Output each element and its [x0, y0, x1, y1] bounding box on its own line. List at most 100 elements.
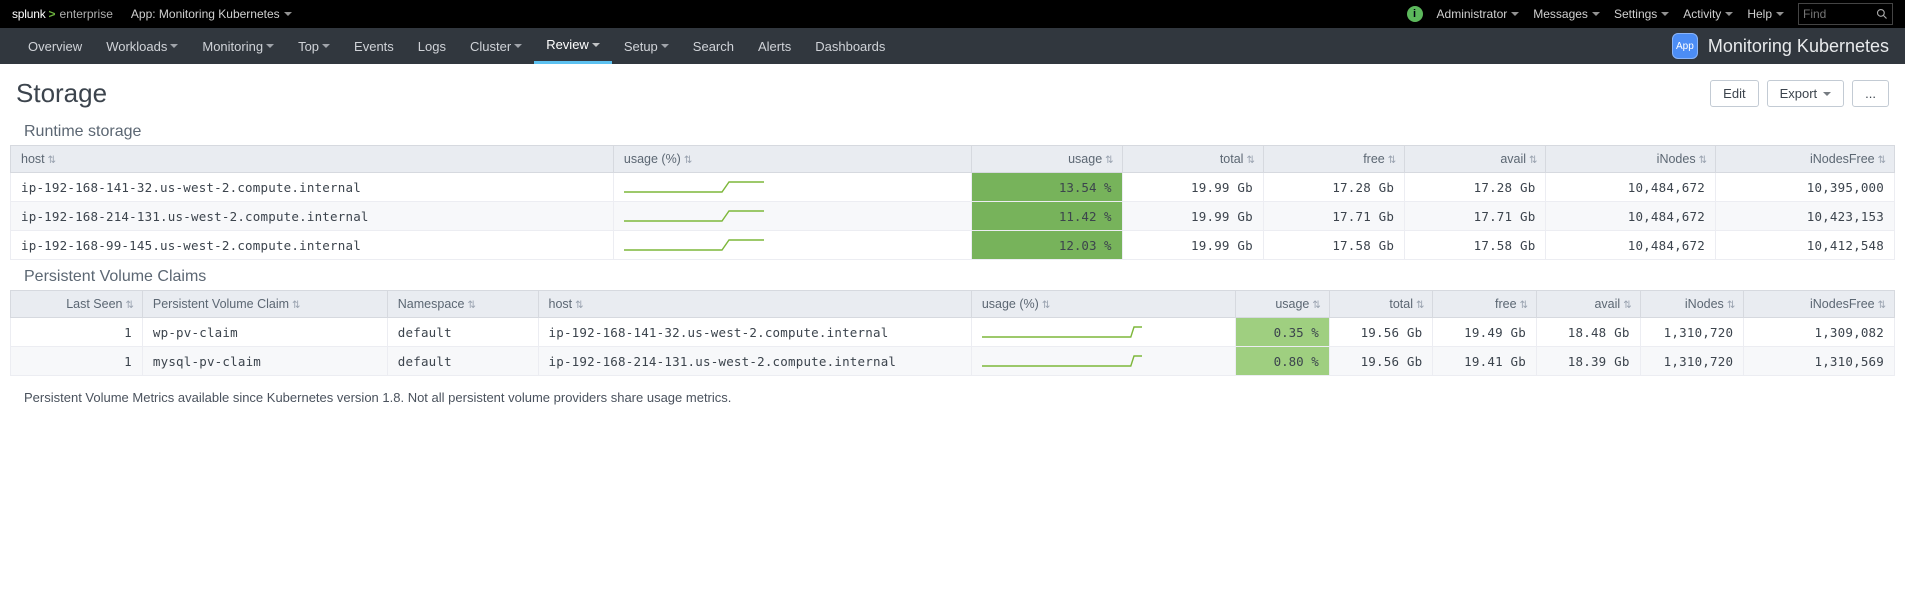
nav-item-events[interactable]: Events — [342, 28, 406, 64]
help-menu[interactable]: Help — [1747, 7, 1784, 21]
caret-down-icon — [514, 44, 522, 48]
table-row: ip-192-168-214-131.us-west-2.compute.int… — [11, 202, 1895, 231]
cell-total: 19.99 Gb — [1122, 231, 1263, 260]
nav-item-logs[interactable]: Logs — [406, 28, 458, 64]
cell-free: 17.58 Gb — [1263, 231, 1404, 260]
sort-arrows-icon: ⇅ — [1416, 300, 1422, 311]
app-name-label: Monitoring Kubernetes — [1708, 36, 1889, 57]
settings-menu[interactable]: Settings — [1614, 7, 1669, 21]
col-header[interactable]: Last Seen⇅ — [11, 291, 143, 318]
settings-label: Settings — [1614, 7, 1657, 21]
nav-item-dashboards[interactable]: Dashboards — [803, 28, 897, 64]
sort-arrows-icon: ⇅ — [1529, 155, 1535, 166]
nav-item-label: Logs — [418, 39, 446, 54]
cell-pvc: wp-pv-claim — [142, 318, 387, 347]
nav-item-alerts[interactable]: Alerts — [746, 28, 803, 64]
sort-arrows-icon: ⇅ — [1246, 155, 1252, 166]
caret-down-icon — [266, 44, 274, 48]
cell-inodes-free: 10,412,548 — [1715, 231, 1894, 260]
caret-down-icon — [1592, 12, 1600, 16]
col-header[interactable]: usage (%)⇅ — [613, 146, 971, 173]
nav-item-setup[interactable]: Setup — [612, 28, 681, 64]
col-header[interactable]: iNodes⇅ — [1640, 291, 1744, 318]
sort-arrows-icon: ⇅ — [1878, 300, 1884, 311]
col-header[interactable]: Namespace⇅ — [387, 291, 538, 318]
cell-namespace: default — [387, 347, 538, 376]
user-menu[interactable]: Administrator — [1437, 7, 1520, 21]
nav-item-overview[interactable]: Overview — [16, 28, 94, 64]
col-header[interactable]: avail⇅ — [1405, 146, 1546, 173]
col-header[interactable]: free⇅ — [1433, 291, 1537, 318]
col-header[interactable]: iNodesFree⇅ — [1744, 291, 1895, 318]
cell-host: ip-192-168-214-131.us-west-2.compute.int… — [11, 202, 614, 231]
nav-item-monitoring[interactable]: Monitoring — [190, 28, 286, 64]
col-header[interactable]: iNodes⇅ — [1546, 146, 1716, 173]
cell-inodes-free: 10,423,153 — [1715, 202, 1894, 231]
col-header[interactable]: host⇅ — [538, 291, 971, 318]
page-title: Storage — [16, 78, 107, 109]
table-row: 1wp-pv-claimdefaultip-192-168-141-32.us-… — [11, 318, 1895, 347]
col-header[interactable]: free⇅ — [1263, 146, 1404, 173]
col-header[interactable]: total⇅ — [1122, 146, 1263, 173]
col-header[interactable]: avail⇅ — [1536, 291, 1640, 318]
cell-free: 19.41 Gb — [1433, 347, 1537, 376]
sparkline — [624, 208, 764, 224]
col-header[interactable]: iNodesFree⇅ — [1715, 146, 1894, 173]
messages-menu[interactable]: Messages — [1533, 7, 1600, 21]
col-header[interactable]: usage⇅ — [1235, 291, 1329, 318]
more-button[interactable]: ... — [1852, 80, 1889, 107]
footer-note: Persistent Volume Metrics available sinc… — [0, 376, 1905, 419]
edit-button[interactable]: Edit — [1710, 80, 1758, 107]
cell-host: ip-192-168-214-131.us-west-2.compute.int… — [538, 347, 971, 376]
nav-item-label: Monitoring — [202, 39, 263, 54]
find-box[interactable] — [1798, 3, 1893, 25]
sort-arrows-icon: ⇅ — [1312, 300, 1318, 311]
nav-item-top[interactable]: Top — [286, 28, 342, 64]
caret-down-icon — [284, 12, 292, 16]
nav-item-workloads[interactable]: Workloads — [94, 28, 190, 64]
export-button[interactable]: Export — [1767, 80, 1845, 107]
global-topbar: splunk>enterprise App: Monitoring Kubern… — [0, 0, 1905, 28]
nav-item-search[interactable]: Search — [681, 28, 746, 64]
col-header[interactable]: Persistent Volume Claim⇅ — [142, 291, 387, 318]
sort-arrows-icon: ⇅ — [1105, 155, 1111, 166]
splunk-logo: splunk>enterprise — [12, 7, 113, 21]
cell-usage-pct: 0.80 % — [1235, 347, 1329, 376]
caret-down-icon — [1823, 92, 1831, 96]
col-header[interactable]: usage (%)⇅ — [971, 291, 1235, 318]
cell-host: ip-192-168-141-32.us-west-2.compute.inte… — [538, 318, 971, 347]
sort-arrows-icon: ⇅ — [575, 300, 581, 311]
cell-inodes: 1,310,720 — [1640, 318, 1744, 347]
sort-arrows-icon: ⇅ — [1878, 155, 1884, 166]
app-switcher[interactable]: App: Monitoring Kubernetes — [131, 7, 292, 21]
app-badge-icon: App — [1672, 33, 1698, 59]
cell-inodes-free: 10,395,000 — [1715, 173, 1894, 202]
activity-menu[interactable]: Activity — [1683, 7, 1733, 21]
col-header[interactable]: host⇅ — [11, 146, 614, 173]
cell-usage-pct-spark — [971, 347, 1235, 376]
cell-avail: 18.39 Gb — [1536, 347, 1640, 376]
find-input[interactable] — [1803, 7, 1863, 21]
table-row: ip-192-168-99-145.us-west-2.compute.inte… — [11, 231, 1895, 260]
table-row: 1mysql-pv-claimdefaultip-192-168-214-131… — [11, 347, 1895, 376]
nav-item-cluster[interactable]: Cluster — [458, 28, 534, 64]
cell-usage-pct-spark — [613, 202, 971, 231]
cell-inodes: 10,484,672 — [1546, 231, 1716, 260]
nav-item-label: Top — [298, 39, 319, 54]
cell-host: ip-192-168-141-32.us-west-2.compute.inte… — [11, 173, 614, 202]
info-icon[interactable]: i — [1407, 6, 1423, 22]
col-header[interactable]: total⇅ — [1329, 291, 1433, 318]
section-title-pvc: Persistent Volume Claims — [0, 260, 1905, 290]
col-header[interactable]: usage⇅ — [971, 146, 1122, 173]
cell-total: 19.56 Gb — [1329, 318, 1433, 347]
global-top-right: i Administrator Messages Settings Activi… — [1407, 3, 1893, 25]
sparkline — [982, 353, 1142, 369]
cell-host: ip-192-168-99-145.us-west-2.compute.inte… — [11, 231, 614, 260]
cell-inodes: 1,310,720 — [1640, 347, 1744, 376]
table-row: ip-192-168-141-32.us-west-2.compute.inte… — [11, 173, 1895, 202]
nav-item-review[interactable]: Review — [534, 28, 612, 64]
navbar-right: App Monitoring Kubernetes — [1672, 33, 1889, 59]
sort-arrows-icon: ⇅ — [1727, 300, 1733, 311]
caret-down-icon — [170, 44, 178, 48]
nav-item-label: Cluster — [470, 39, 511, 54]
